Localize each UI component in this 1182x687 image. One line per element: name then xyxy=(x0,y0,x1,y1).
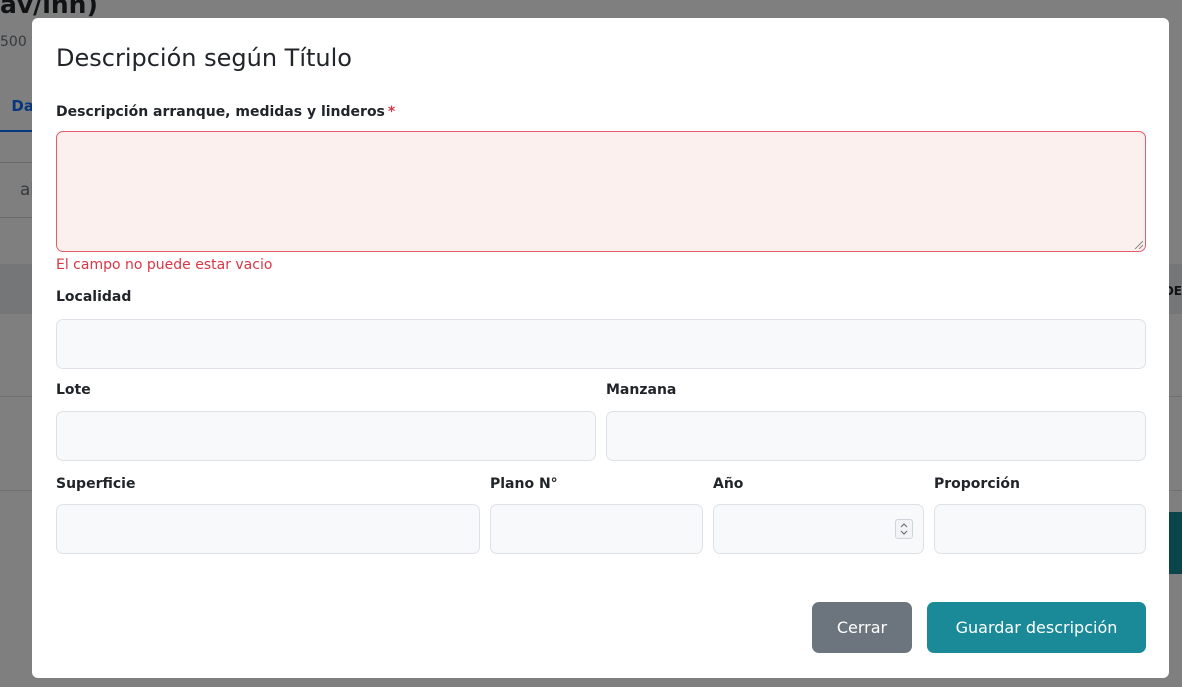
description-error-message: El campo no puede estar vacio xyxy=(56,257,273,273)
localidad-input[interactable] xyxy=(56,319,1146,369)
save-description-button[interactable]: Guardar descripción xyxy=(927,602,1146,653)
anio-input[interactable] xyxy=(713,504,924,554)
proporcion-input[interactable] xyxy=(934,504,1146,554)
spinner-arrows-icon xyxy=(900,523,908,535)
superficie-label: Superficie xyxy=(56,476,136,492)
close-button[interactable]: Cerrar xyxy=(812,602,912,653)
description-modal: Descripción según Título Descripción arr… xyxy=(32,18,1169,678)
manzana-label: Manzana xyxy=(606,382,677,398)
superficie-input[interactable] xyxy=(56,504,480,554)
modal-title: Descripción según Título xyxy=(56,44,352,72)
description-textarea[interactable] xyxy=(56,131,1146,252)
plano-input[interactable] xyxy=(490,504,703,554)
plano-label: Plano N° xyxy=(490,476,558,492)
localidad-label: Localidad xyxy=(56,289,132,305)
required-marker: * xyxy=(387,104,396,120)
lote-label: Lote xyxy=(56,382,91,398)
description-label-text: Descripción arranque, medidas y linderos xyxy=(56,104,385,120)
manzana-input[interactable] xyxy=(606,411,1146,461)
chevron-up-down-icon[interactable] xyxy=(895,519,913,539)
lote-input[interactable] xyxy=(56,411,596,461)
resize-grip-icon[interactable] xyxy=(1133,239,1143,249)
anio-label: Año xyxy=(713,476,744,492)
proporcion-label: Proporción xyxy=(934,476,1021,492)
description-label: Descripción arranque, medidas y linderos… xyxy=(56,104,395,120)
